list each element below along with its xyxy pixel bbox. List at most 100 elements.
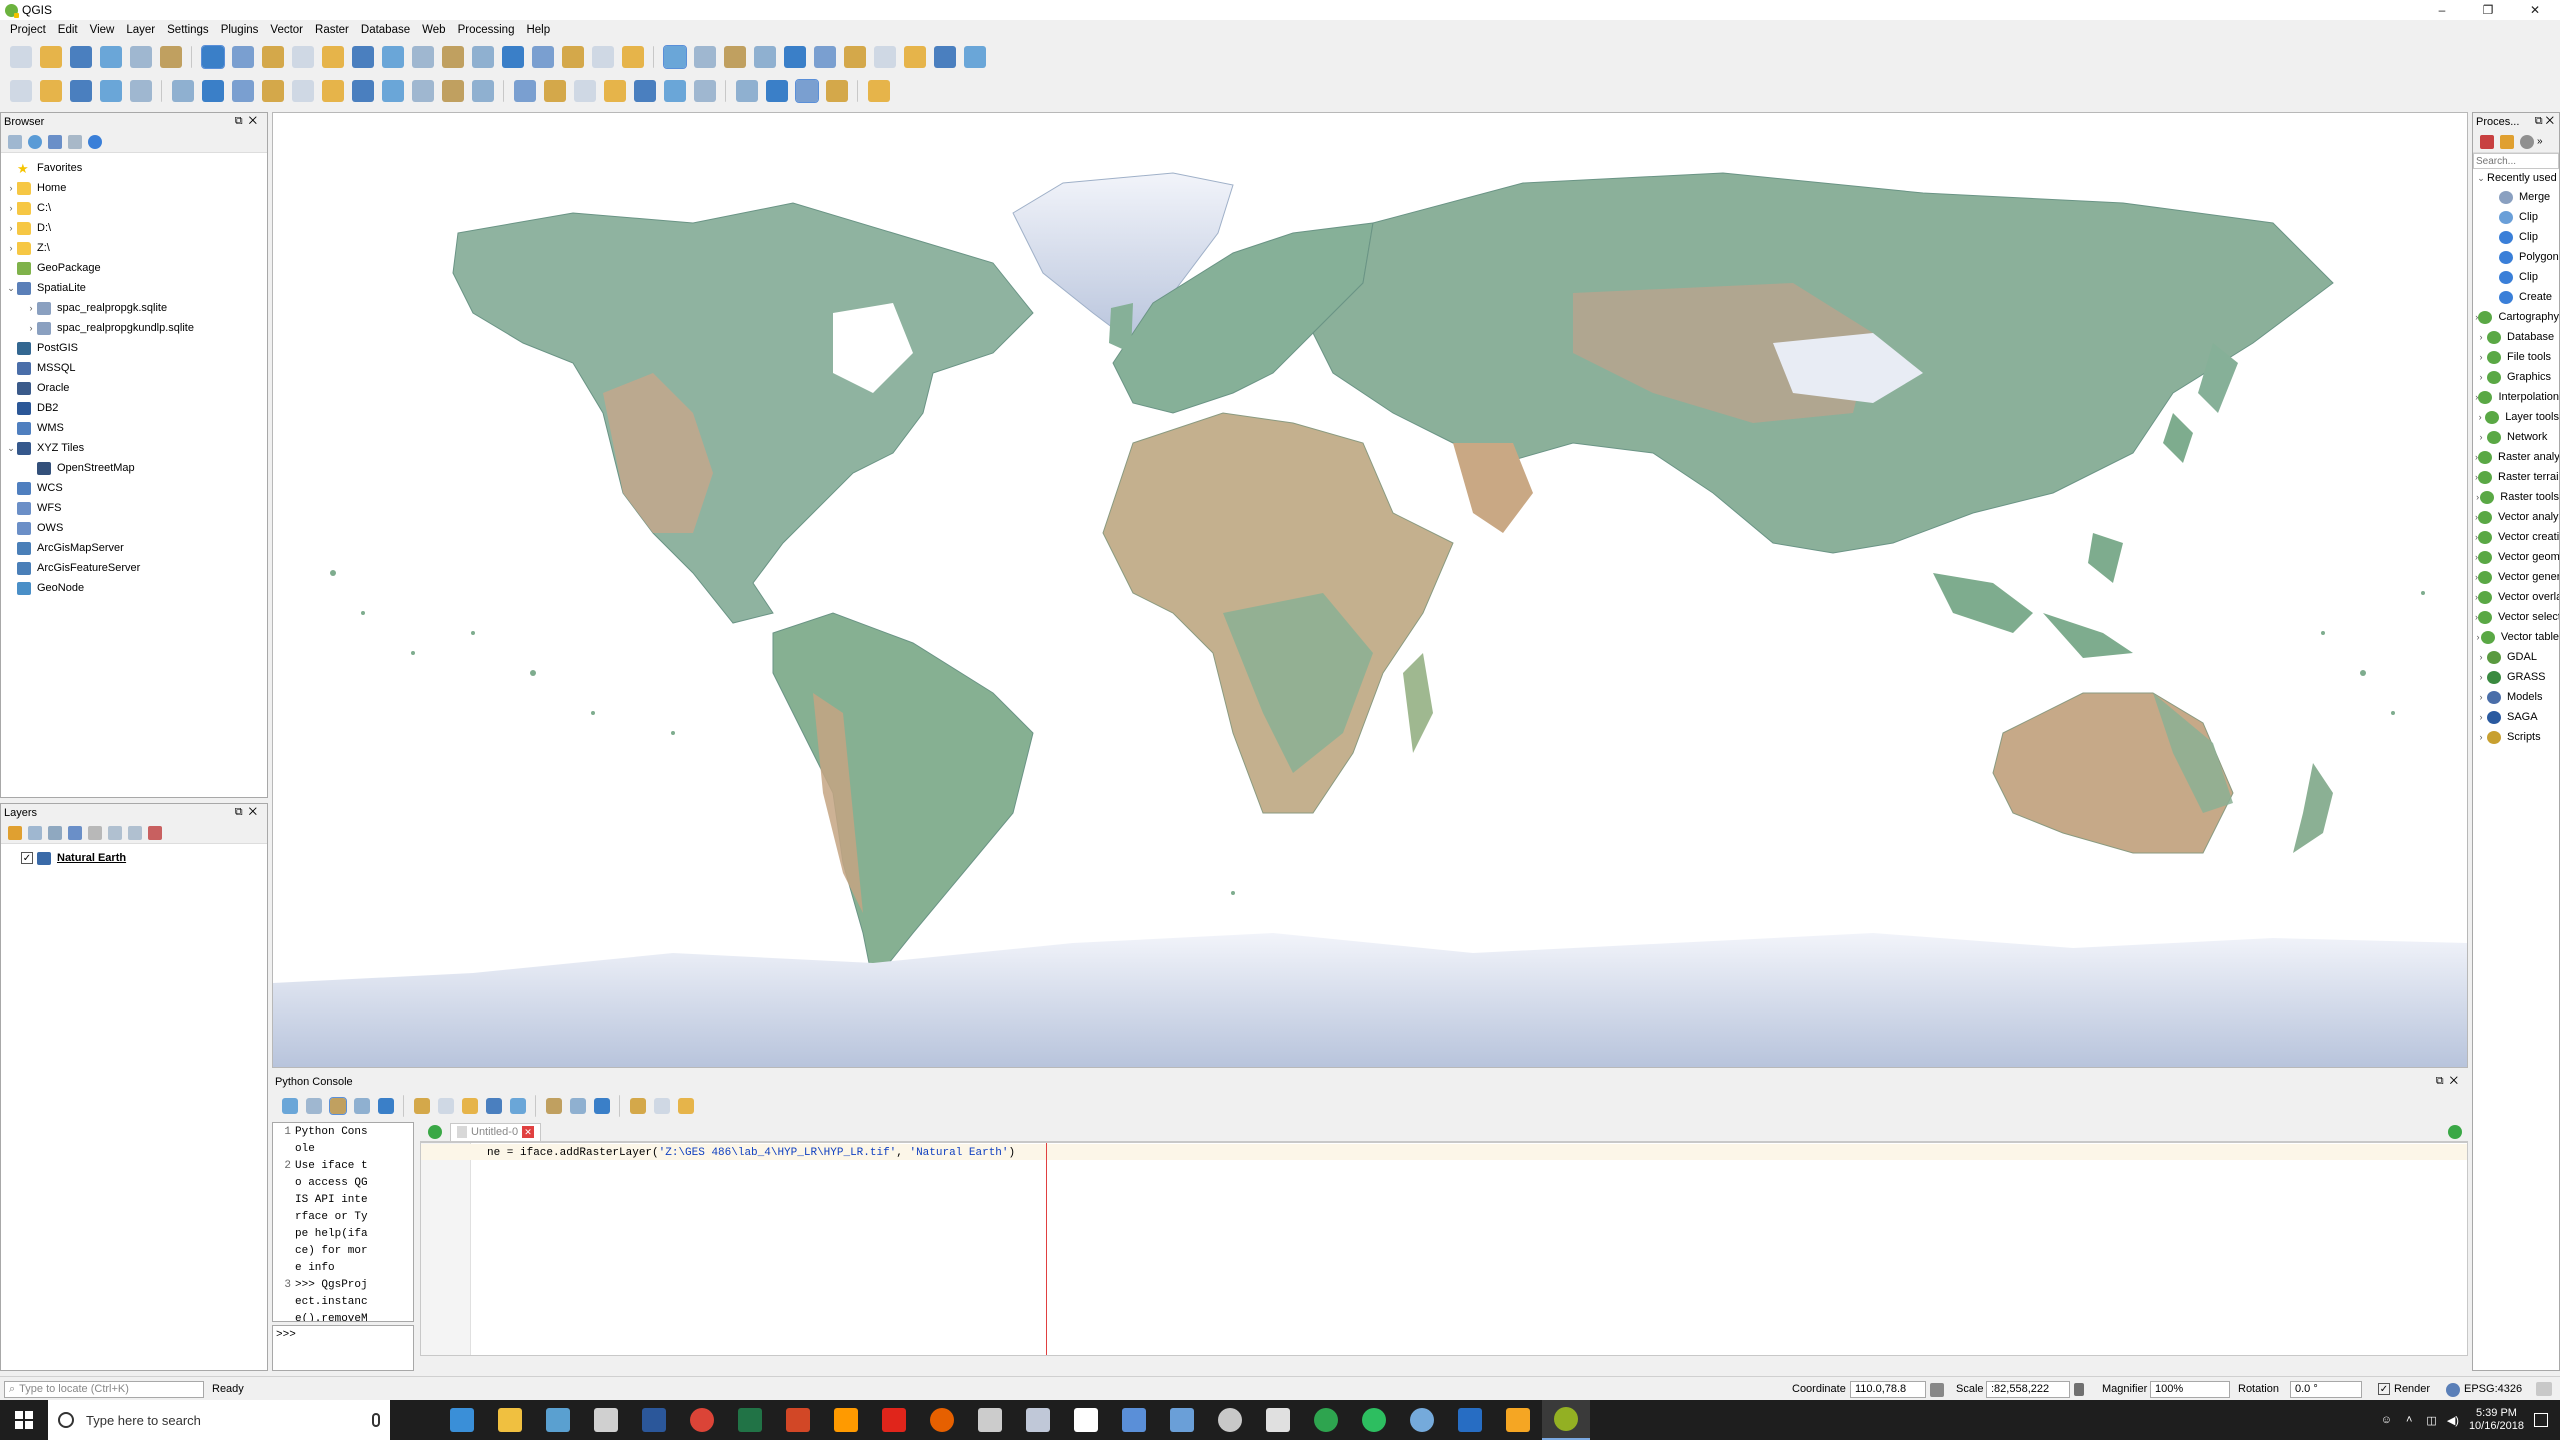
save-as-icon[interactable] (100, 46, 122, 68)
rotation-field[interactable]: 0.0 ° (2290, 1381, 2362, 1398)
filter-icon[interactable] (48, 134, 62, 149)
render-checkbox[interactable]: ✓ (2378, 1383, 2390, 1395)
deselect-icon[interactable] (754, 46, 776, 68)
menu-view[interactable]: View (84, 24, 121, 36)
copy-icon[interactable] (570, 1098, 586, 1114)
save-as-icon[interactable] (486, 1098, 502, 1114)
zoom-native-icon[interactable] (412, 46, 434, 68)
browser-item[interactable]: ⌄ SpatiaLite (1, 278, 267, 298)
plugin-alt-icon[interactable] (826, 80, 848, 102)
taskbar-app-powerpoint[interactable] (774, 1400, 822, 1440)
algorithm-group-item[interactable]: › Models (2473, 687, 2559, 707)
chevron-right-icon[interactable]: › (2475, 692, 2487, 702)
show-editor-icon[interactable] (329, 1097, 347, 1115)
help-icon[interactable] (378, 1098, 394, 1114)
menu-processing[interactable]: Processing (452, 24, 521, 36)
zoom-in-icon[interactable] (262, 46, 284, 68)
temporal-icon[interactable] (562, 46, 584, 68)
collapse-all-icon[interactable] (128, 825, 142, 840)
find-icon[interactable] (510, 1098, 526, 1114)
run-command-icon[interactable] (306, 1098, 322, 1114)
collapse-all-icon[interactable] (68, 134, 82, 149)
microphone-icon[interactable] (372, 1413, 380, 1427)
panel-float-close-icons[interactable]: ⧉✕ (235, 806, 263, 819)
taskbar-app-doc[interactable] (1110, 1400, 1158, 1440)
recent-algorithm-item[interactable]: Merge (2473, 187, 2559, 207)
browser-item[interactable]: MSSQL (1, 358, 267, 378)
windows-start-button[interactable] (0, 1400, 48, 1440)
menu-help[interactable]: Help (520, 24, 556, 36)
zoom-to-layer-icon[interactable] (382, 46, 404, 68)
taskbar-app-magnifier[interactable] (582, 1400, 630, 1440)
menu-database[interactable]: Database (355, 24, 416, 36)
algorithm-group-item[interactable]: › SAGA (2473, 707, 2559, 727)
lock-scale-icon[interactable] (2074, 1383, 2084, 1396)
undo-icon[interactable] (442, 80, 464, 102)
algorithm-group-item[interactable]: › Raster terrain (2473, 467, 2559, 487)
algorithm-group-item[interactable]: › GRASS (2473, 667, 2559, 687)
osm-download-icon[interactable] (766, 80, 788, 102)
object-inspector-icon[interactable] (678, 1098, 694, 1114)
zoom-last-icon[interactable] (442, 46, 464, 68)
redo-icon[interactable] (472, 80, 494, 102)
new-tab-icon[interactable] (428, 1124, 442, 1139)
algorithm-group-item[interactable]: ›Vector general (2473, 567, 2559, 587)
taskbar-app-evernote[interactable] (1350, 1400, 1398, 1440)
crs-label[interactable]: EPSG:4326 (2464, 1383, 2522, 1395)
highlight-labels-icon[interactable] (574, 80, 596, 102)
chevron-down-icon[interactable]: ⌄ (5, 443, 17, 454)
browser-item[interactable]: GeoPackage (1, 258, 267, 278)
zoom-next-icon[interactable] (472, 46, 494, 68)
select-features-icon[interactable] (694, 46, 716, 68)
chevron-right-icon[interactable]: › (5, 183, 17, 193)
taskbar-app-rstudio[interactable] (1398, 1400, 1446, 1440)
browser-item[interactable]: OWS (1, 518, 267, 538)
info-icon[interactable] (88, 134, 102, 149)
move-feature-icon[interactable] (292, 80, 314, 102)
chevron-right-icon[interactable]: › (5, 203, 17, 213)
python-console-icon[interactable] (795, 79, 819, 103)
tab-untitled-0[interactable]: Untitled-0 ✕ (450, 1122, 542, 1141)
chevron-right-icon[interactable]: › (2475, 372, 2487, 382)
map-canvas[interactable] (272, 112, 2468, 1068)
layer-item[interactable]: ✓ Natural Earth (21, 848, 267, 868)
chevron-right-icon[interactable]: › (2475, 652, 2487, 662)
cut-icon[interactable] (546, 1098, 562, 1114)
chevron-right-icon[interactable]: › (25, 303, 37, 313)
algorithm-group-item[interactable]: › Graphics (2473, 367, 2559, 387)
measure-icon[interactable] (904, 46, 926, 68)
toggle-editing-icon[interactable] (202, 80, 224, 102)
browser-item[interactable]: ArcGisFeatureServer (1, 558, 267, 578)
new-virtual-layer-icon[interactable] (130, 80, 152, 102)
taskbar-app-maps[interactable] (1302, 1400, 1350, 1440)
browser-item[interactable]: ⌄ XYZ Tiles (1, 438, 267, 458)
statistics-icon[interactable] (874, 46, 896, 68)
browser-item[interactable]: WMS (1, 418, 267, 438)
chevron-right-icon[interactable]: › (2475, 732, 2487, 742)
add-selected-icon[interactable] (8, 134, 22, 149)
taskbar-app-mail[interactable] (1158, 1400, 1206, 1440)
chevron-right-icon[interactable]: › (2475, 412, 2485, 422)
chevron-right-icon[interactable]: › (2475, 332, 2487, 342)
algorithm-group-item[interactable]: ›Raster analysis (2473, 447, 2559, 467)
algorithm-group-item[interactable]: › Cartography (2473, 307, 2559, 327)
add-feature-icon[interactable] (262, 80, 284, 102)
recent-algorithm-item[interactable]: Clip (2473, 227, 2559, 247)
taskbar-app-firefox[interactable] (918, 1400, 966, 1440)
taskbar-app-r[interactable] (1446, 1400, 1494, 1440)
algorithm-group-item[interactable]: ›Vector creation (2473, 527, 2559, 547)
close-button[interactable]: ✕ (2512, 0, 2558, 20)
menu-edit[interactable]: Edit (52, 24, 84, 36)
chevron-right-icon[interactable]: › (5, 243, 17, 253)
chevron-right-icon[interactable]: › (5, 223, 17, 233)
scale-field[interactable]: :82,558,222 (1986, 1381, 2070, 1398)
tray-chevron-icon[interactable]: ˄ (2406, 1414, 2412, 1426)
filter-expression-icon[interactable] (88, 825, 102, 840)
taskbar-app-snipping[interactable] (1014, 1400, 1062, 1440)
recent-algorithm-item[interactable]: Clip (2473, 267, 2559, 287)
browser-item[interactable]: Oracle (1, 378, 267, 398)
taskbar-app-excel[interactable] (726, 1400, 774, 1440)
new-print-layout-icon[interactable] (130, 46, 152, 68)
text-annotation-icon[interactable] (964, 46, 986, 68)
code-editor[interactable]: 1 ne = iface.addRasterLayer('Z:\GES 486\… (420, 1142, 2468, 1356)
